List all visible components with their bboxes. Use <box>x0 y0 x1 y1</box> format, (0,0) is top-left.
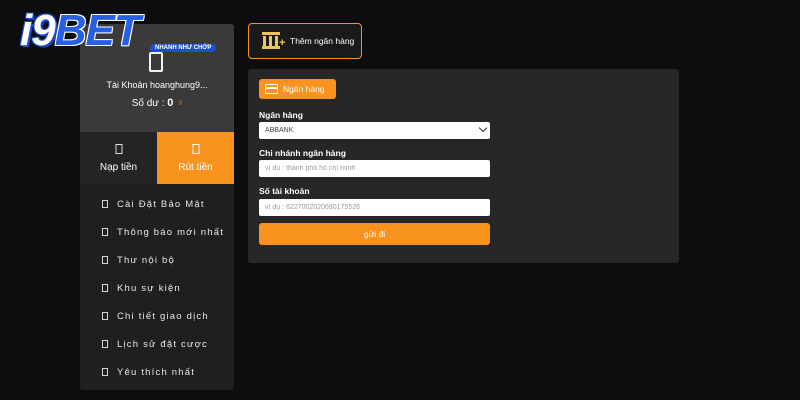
account-sidebar: Tài Khoản hoanghung9... Số dư : 0 ₫ Nạp … <box>80 24 234 390</box>
deposit-label: Nạp tiền <box>99 162 138 173</box>
menu-item-label: Cài Đặt Bảo Mật <box>117 198 205 210</box>
menu-item-icon <box>102 340 108 348</box>
tab-bank[interactable]: Ngân hàng <box>259 79 336 99</box>
account-name: Tài Khoản hoanghung9... <box>106 80 208 90</box>
bank-field-label: Ngân hàng <box>259 110 303 120</box>
menu-item-security-settings[interactable]: Cài Đặt Bảo Mật <box>80 190 234 218</box>
menu-item-label: Chi tiết giao dịch <box>117 310 209 322</box>
menu-item-label: Thư nội bộ <box>117 254 175 266</box>
account-menu: Cài Đặt Bảo Mật Thông báo mới nhất Thư n… <box>80 184 234 386</box>
chevron-down-icon <box>478 123 488 133</box>
balance-label: Số dư : <box>131 98 165 109</box>
balance-value: 0 <box>167 97 174 109</box>
menu-item-icon <box>102 256 108 264</box>
menu-item-icon <box>102 368 108 376</box>
menu-item-label: Lịch sử đặt cược <box>117 338 208 350</box>
logo-wordmark: i9BET <box>20 6 141 55</box>
menu-item-icon <box>102 312 108 320</box>
menu-item-label: Khu sự kiện <box>117 282 181 294</box>
withdraw-label: Rút tiền <box>178 162 213 173</box>
withdraw-icon <box>192 144 199 154</box>
bank-form-panel: Ngân hàng Ngân hàng ABBANK Chi nhánh ngâ… <box>248 69 679 263</box>
menu-item-events[interactable]: Khu sự kiện <box>80 274 234 302</box>
menu-item-internal-mail[interactable]: Thư nội bộ <box>80 246 234 274</box>
bank-card-icon <box>265 84 278 94</box>
brand-logo[interactable]: i9BET NHANH NHƯ CHỚP <box>18 6 233 56</box>
wallet-actions: Nạp tiền Rút tiền <box>80 132 234 184</box>
submit-button[interactable]: gửi đi <box>259 223 490 245</box>
currency-symbol: ₫ <box>178 99 183 108</box>
branch-input[interactable] <box>259 160 490 177</box>
bank-select[interactable]: ABBANK <box>259 122 490 139</box>
menu-item-label: Thông báo mới nhất <box>117 226 225 238</box>
bank-add-icon: + <box>262 32 285 50</box>
bank-select-value: ABBANK <box>265 127 294 134</box>
menu-item-latest-notifications[interactable]: Thông báo mới nhất <box>80 218 234 246</box>
add-bank-label: Thêm ngân hàng <box>290 36 355 46</box>
balance: Số dư : 0 ₫ <box>80 97 234 109</box>
account-number-input[interactable] <box>259 199 490 216</box>
menu-item-bet-history[interactable]: Lịch sử đặt cược <box>80 330 234 358</box>
branch-field-label: Chi nhánh ngân hàng <box>259 148 346 158</box>
menu-item-favorites[interactable]: Yêu thích nhất <box>80 358 234 386</box>
menu-item-icon <box>102 284 108 292</box>
logo-tagline: NHANH NHƯ CHỚP <box>150 44 217 52</box>
deposit-icon <box>115 144 122 154</box>
menu-item-transaction-details[interactable]: Chi tiết giao dịch <box>80 302 234 330</box>
withdraw-button[interactable]: Rút tiền <box>157 132 234 184</box>
menu-item-icon <box>102 228 108 236</box>
menu-item-icon <box>102 200 108 208</box>
tab-bank-label: Ngân hàng <box>283 84 325 94</box>
add-bank-button[interactable]: + Thêm ngân hàng <box>248 23 362 59</box>
deposit-button[interactable]: Nạp tiền <box>80 132 157 184</box>
menu-item-label: Yêu thích nhất <box>117 366 196 378</box>
account-number-field-label: Số tài khoản <box>259 186 310 196</box>
